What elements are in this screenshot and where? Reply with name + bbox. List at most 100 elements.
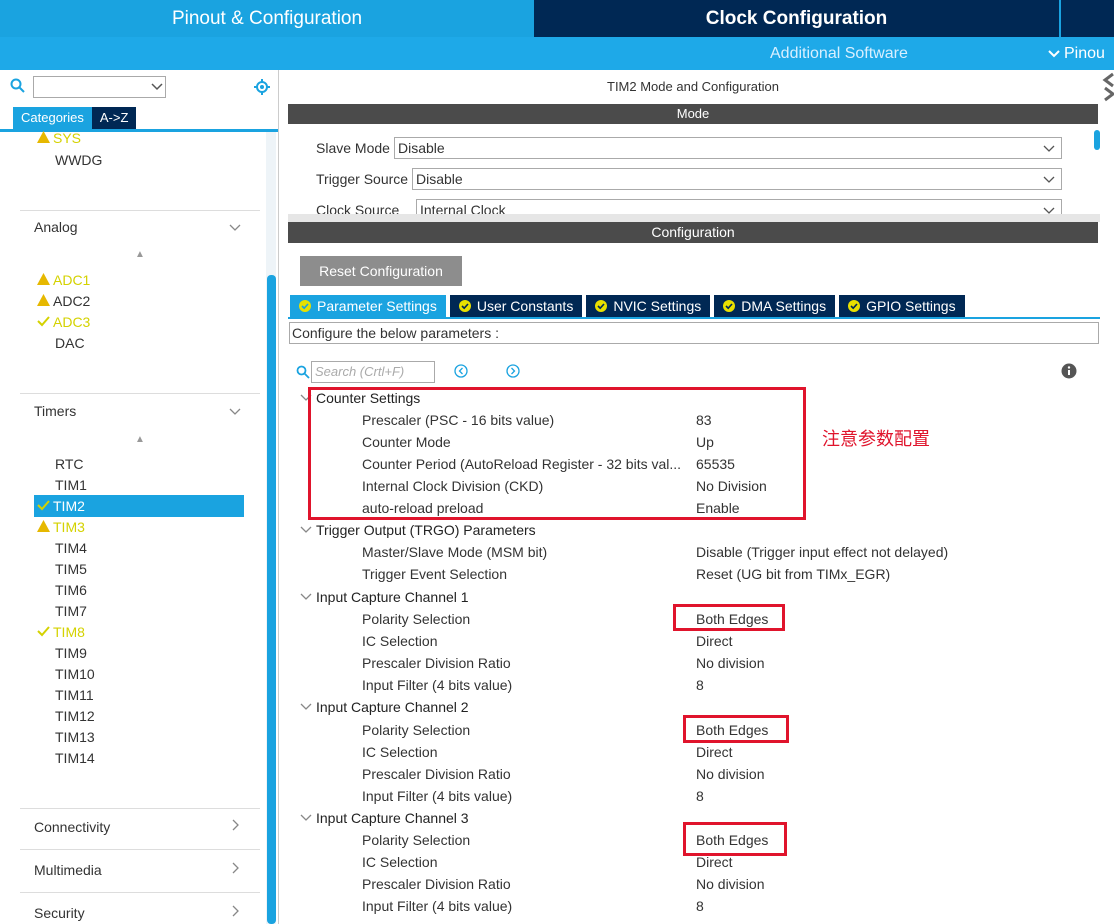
section-trgo-parameters[interactable]: Trigger Output (TRGO) Parameters: [300, 522, 536, 538]
chevron-right-icon[interactable]: [229, 905, 241, 917]
chevron-down-icon[interactable]: [150, 80, 164, 94]
tree-item-sys[interactable]: SYS: [37, 131, 81, 143]
tree-item-label: TIM2: [53, 498, 85, 514]
reset-configuration-button[interactable]: Reset Configuration: [300, 256, 462, 286]
chevron-right-icon[interactable]: [229, 819, 241, 831]
tree-item-tim1[interactable]: TIM1: [55, 477, 87, 493]
check-icon: [37, 624, 53, 640]
warning-icon: [37, 272, 53, 288]
splitter[interactable]: [288, 214, 1100, 222]
next-icon[interactable]: [506, 364, 520, 378]
slave-mode-select[interactable]: Disable: [394, 137, 1062, 159]
scrollbar-thumb[interactable]: [267, 275, 276, 924]
warning-icon: [37, 131, 53, 143]
param-value[interactable]: 8: [696, 788, 704, 804]
param-value[interactable]: Reset (UG bit from TIMx_EGR): [696, 566, 890, 582]
search-icon: [10, 78, 25, 93]
param-value[interactable]: No division: [696, 876, 764, 892]
tree-item-rtc[interactable]: RTC: [55, 456, 84, 472]
section-input-capture-1[interactable]: Input Capture Channel 1: [300, 589, 469, 605]
sort-icon[interactable]: ▲: [135, 434, 145, 445]
trigger-source-select[interactable]: Disable: [412, 168, 1062, 190]
chevron-down-icon: [1043, 176, 1055, 183]
group-multimedia[interactable]: Multimedia: [34, 862, 102, 878]
divider: [20, 808, 260, 809]
tab-categories[interactable]: Categories: [13, 107, 92, 129]
gear-icon[interactable]: [253, 78, 271, 96]
param-value[interactable]: Disable (Trigger input effect not delaye…: [696, 544, 948, 560]
param-value[interactable]: No division: [696, 655, 764, 671]
warning-icon: [37, 519, 53, 535]
section-title: Input Capture Channel 3: [316, 810, 469, 826]
tree-item-tim10[interactable]: TIM10: [55, 666, 95, 682]
chevron-down-icon: [300, 593, 312, 600]
check-icon: [37, 314, 53, 330]
tree-item-tim13[interactable]: TIM13: [55, 729, 95, 745]
tab-clock-configuration[interactable]: Clock Configuration: [534, 0, 1059, 37]
chevron-down-icon: [1048, 50, 1060, 58]
tree-item-tim11[interactable]: TIM11: [55, 687, 94, 703]
tree-item-adc1[interactable]: ADC1: [37, 272, 90, 288]
pinout-view-label: Pinou: [1064, 45, 1105, 62]
tree-item-tim14[interactable]: TIM14: [55, 750, 95, 766]
category-search-input[interactable]: [33, 76, 166, 98]
group-analog[interactable]: Analog: [34, 219, 78, 235]
section-title: Trigger Output (TRGO) Parameters: [316, 522, 536, 538]
group-timers[interactable]: Timers: [34, 403, 76, 419]
tree-item-dac[interactable]: DAC: [55, 335, 85, 351]
param-value[interactable]: Direct: [696, 854, 733, 870]
chevron-down-icon[interactable]: [229, 405, 241, 417]
tree-item-tim2[interactable]: TIM2: [37, 498, 85, 514]
param-value[interactable]: Direct: [696, 633, 733, 649]
tree-item-tim4[interactable]: TIM4: [55, 540, 87, 556]
info-icon[interactable]: [1061, 363, 1077, 379]
param-value[interactable]: Direct: [696, 744, 733, 760]
param-value[interactable]: 8: [696, 898, 704, 914]
chevron-right-icon[interactable]: [229, 862, 241, 874]
sort-icon[interactable]: ▲: [135, 249, 145, 260]
additional-software-link[interactable]: Additional Software: [770, 45, 908, 63]
param-label: Input Filter (4 bits value): [362, 788, 513, 804]
tree-item-tim5[interactable]: TIM5: [55, 561, 87, 577]
tree-item-tim6[interactable]: TIM6: [55, 582, 87, 598]
section-input-capture-2[interactable]: Input Capture Channel 2: [300, 699, 469, 715]
group-security[interactable]: Security: [34, 905, 85, 921]
param-value[interactable]: 8: [696, 677, 704, 693]
tree-item-wwdg[interactable]: WWDG: [55, 152, 102, 168]
param-label: IC Selection: [362, 854, 438, 870]
scrollbar-thumb[interactable]: [1094, 130, 1100, 150]
tab-a-to-z[interactable]: A->Z: [91, 107, 137, 129]
check-circle-icon: [595, 300, 608, 312]
tab-project-manager[interactable]: [1059, 0, 1114, 37]
tree-item-tim7[interactable]: TIM7: [55, 603, 87, 619]
param-label: Input Filter (4 bits value): [362, 677, 513, 693]
pinout-view-menu[interactable]: Pinou: [1048, 45, 1105, 63]
tab-pinout-configuration[interactable]: Pinout & Configuration: [0, 0, 534, 37]
tree-item-label: TIM3: [53, 519, 85, 535]
chevron-down-icon[interactable]: [229, 221, 241, 233]
tab-parameter-settings[interactable]: Parameter Settings: [290, 295, 446, 317]
check-circle-icon: [848, 300, 861, 312]
tab-dma-settings[interactable]: DMA Settings: [714, 295, 836, 317]
tree-item-tim3[interactable]: TIM3: [37, 519, 85, 535]
param-value[interactable]: No division: [696, 766, 764, 782]
tab-gpio-settings[interactable]: GPIO Settings: [839, 295, 965, 317]
tab-user-constants[interactable]: User Constants: [449, 295, 583, 317]
tree-item-tim12[interactable]: TIM12: [55, 708, 95, 724]
tree-item-tim9[interactable]: TIM9: [55, 645, 87, 661]
chevron-down-icon: [1043, 207, 1055, 214]
tree-item-adc3[interactable]: ADC3: [37, 314, 90, 330]
parameter-search-input[interactable]: Search (Crtl+F): [311, 361, 435, 383]
tab-nvic-settings[interactable]: NVIC Settings: [586, 295, 711, 317]
collapse-panel-icon[interactable]: [1101, 72, 1114, 102]
clock-source-select[interactable]: Internal Clock: [416, 199, 1062, 214]
group-connectivity[interactable]: Connectivity: [34, 819, 110, 835]
divider: [288, 317, 1100, 319]
section-title: Input Capture Channel 2: [316, 699, 469, 715]
section-input-capture-3[interactable]: Input Capture Channel 3: [300, 810, 469, 826]
tree-item-adc2[interactable]: ADC2: [37, 293, 90, 309]
previous-icon[interactable]: [454, 364, 468, 378]
annotation-note: 注意参数配置: [822, 429, 930, 449]
param-label: Polarity Selection: [362, 832, 471, 848]
tree-item-tim8[interactable]: TIM8: [37, 624, 85, 640]
